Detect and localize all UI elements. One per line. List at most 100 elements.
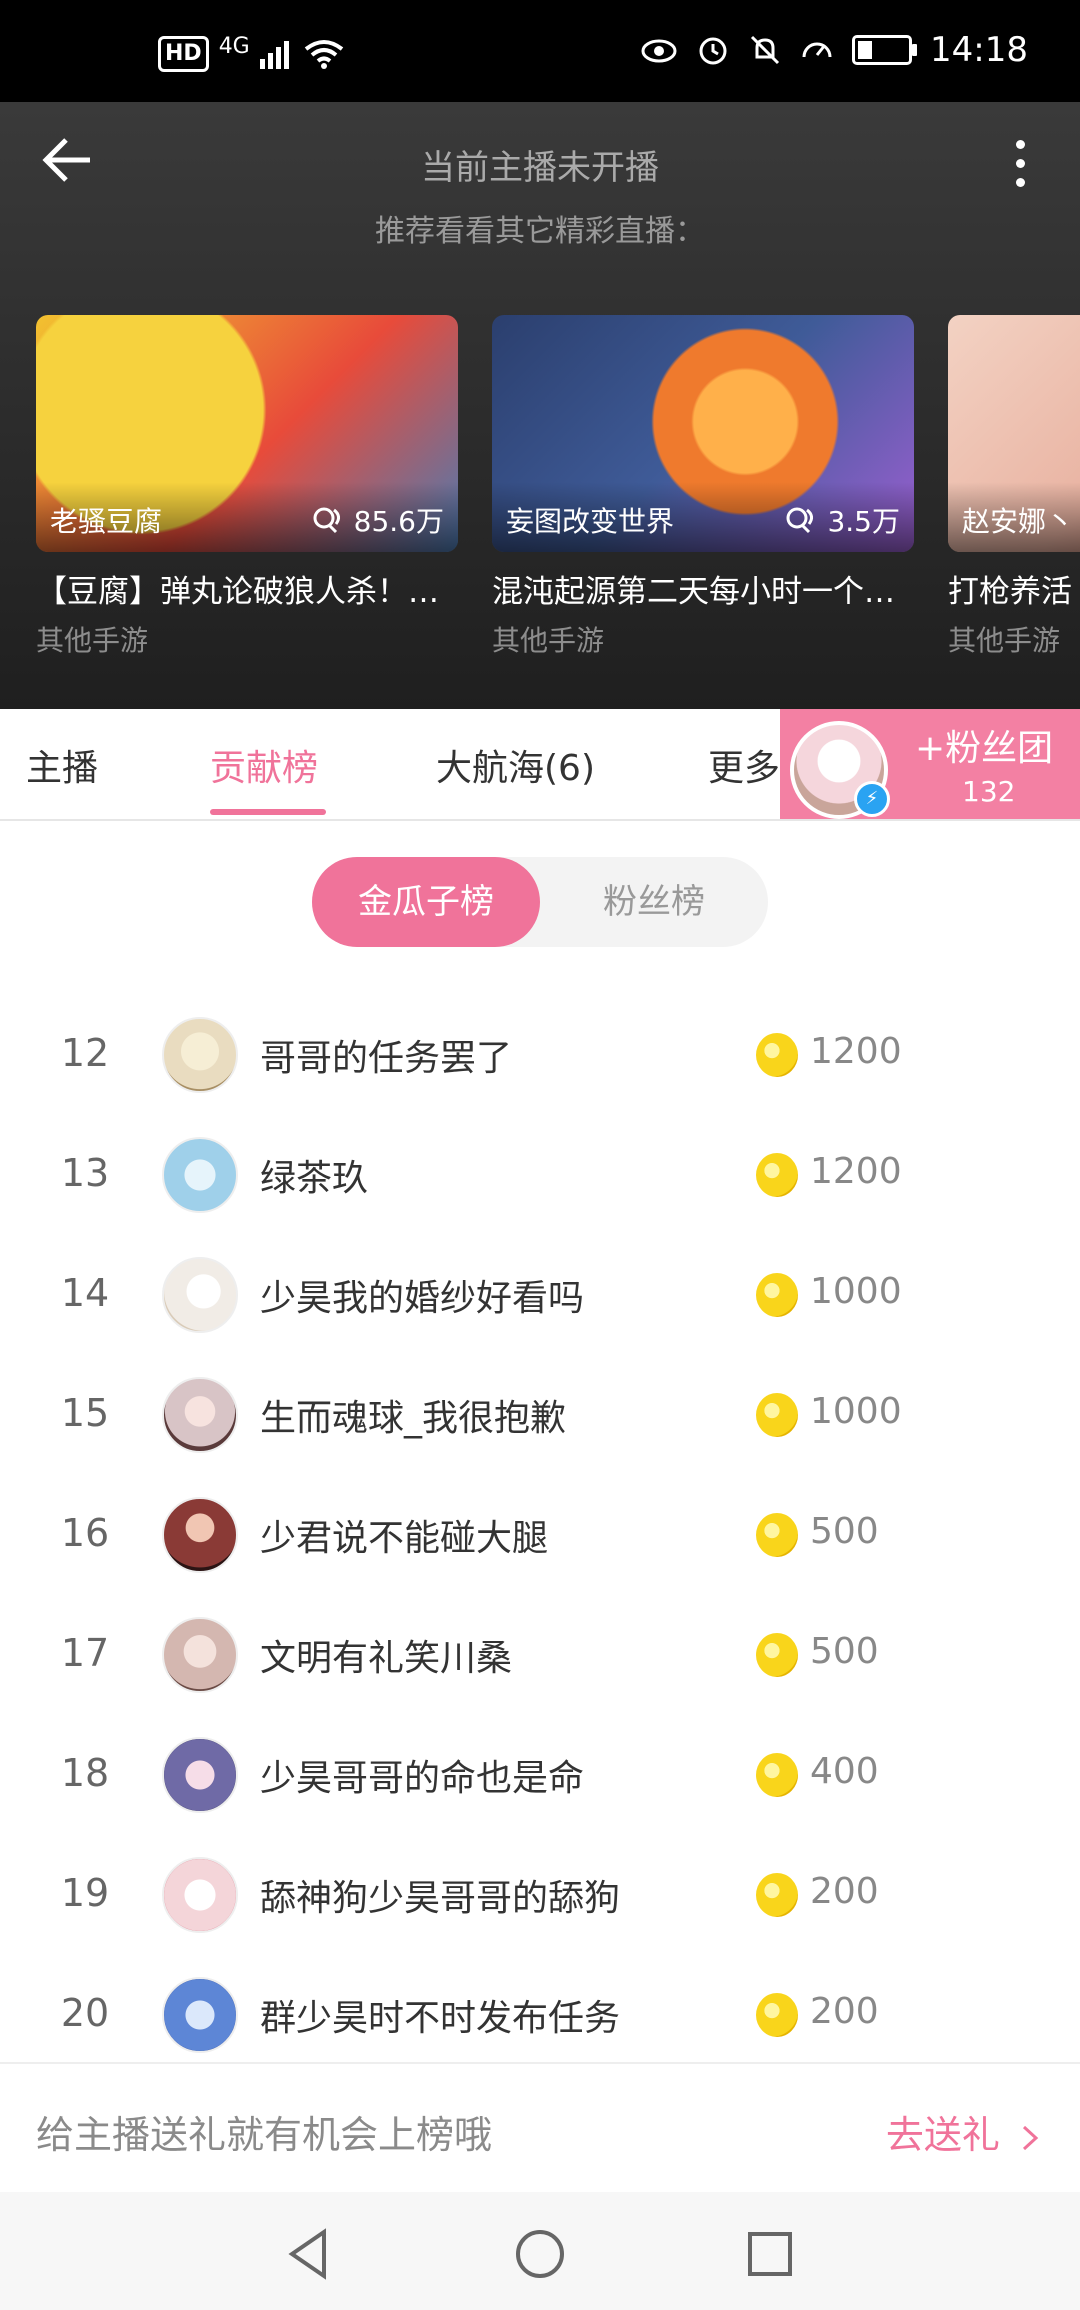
user-name: 少昊我的婚纱好看吗 (260, 1278, 585, 1319)
gold-seed-icon (756, 1033, 798, 1077)
back-triangle-icon[interactable] (280, 2224, 340, 2284)
page-subtitle: 推荐看看其它精彩直播： (375, 214, 705, 249)
avatar (162, 1737, 238, 1813)
recents-square-icon[interactable] (740, 2224, 800, 2284)
list-item[interactable]: 14 少昊我的婚纱好看吗 1000 (0, 1233, 1080, 1353)
send-gift-link[interactable]: 去送礼 (886, 2104, 1044, 2159)
wifi-icon (304, 40, 343, 69)
page-title: 当前主播未开播 (421, 148, 659, 188)
list-item[interactable]: 17 文明有礼笑川桑 500 (0, 1593, 1080, 1713)
signal-bars-icon (259, 41, 289, 69)
offline-header: 当前主播未开播 推荐看看其它精彩直播： 老骚豆腐 85.6万 【豆腐】弹丸论破狼… (0, 102, 1080, 709)
active-tab-indicator (210, 809, 326, 815)
avatar (162, 1257, 238, 1333)
viewer-count: 85.6万 (310, 500, 444, 540)
tab-guards[interactable]: 大航海(6) (436, 739, 595, 791)
avatar (162, 1977, 238, 2053)
user-name: 生而魂球_我很抱歉 (260, 1398, 567, 1439)
alarm-icon (699, 37, 727, 65)
score-value: 400 (810, 1751, 879, 1792)
stream-card[interactable]: 老骚豆腐 85.6万 【豆腐】弹丸论破狼人杀！… 其他手游 (36, 315, 458, 655)
list-item[interactable]: 20 群少昊时不时发布任务 200 (0, 1953, 1080, 2073)
more-menu-button[interactable] (990, 130, 1050, 196)
score-value: 200 (810, 1871, 879, 1912)
stream-thumbnail: 赵安娜丶 (948, 315, 1080, 552)
score-value: 500 (810, 1511, 879, 1552)
avatar (162, 1857, 238, 1933)
chevron-right-icon (1022, 2125, 1039, 2150)
gold-seed-icon (756, 1393, 798, 1437)
fans-club-count: 132 (962, 775, 1016, 808)
score-value: 1200 (810, 1151, 902, 1192)
gift-prompt-text: 给主播送礼就有机会上榜哦 (36, 2113, 493, 2157)
avatar (162, 1137, 238, 1213)
gold-seed-icon (756, 1513, 798, 1557)
eye-icon (641, 39, 677, 63)
tab-contribution[interactable]: 贡献榜 (210, 739, 318, 791)
rank-number: 17 (60, 1631, 110, 1675)
status-time: 14:18 (930, 30, 1028, 70)
stream-category: 其他手游 (492, 624, 605, 655)
list-item[interactable]: 16 少君说不能碰大腿 500 (0, 1473, 1080, 1593)
verified-badge-icon: ⚡ (854, 781, 890, 817)
rank-number: 14 (60, 1271, 110, 1315)
score-value: 1000 (810, 1391, 902, 1432)
list-item[interactable]: 12 哥哥的任务罢了 1200 (0, 993, 1080, 1113)
system-nav-bar (0, 2192, 1080, 2310)
gold-seed-icon (756, 1993, 798, 2037)
stream-thumbnail: 妄图改变世界 3.5万 (492, 315, 914, 552)
rank-number: 13 (60, 1151, 110, 1195)
viewers-icon (313, 507, 340, 534)
rank-number: 19 (60, 1871, 110, 1915)
score-value: 1200 (810, 1031, 902, 1072)
avatar (162, 1497, 238, 1573)
stream-category: 其他手游 (948, 624, 1061, 655)
status-left: HD 4G (158, 33, 344, 72)
viewer-count-value: 85.6万 (353, 505, 444, 538)
tab-anchor[interactable]: 主播 (26, 739, 98, 791)
hd-icon: HD (158, 36, 209, 72)
fans-club-button[interactable]: ⚡ +粉丝团 132 (780, 709, 1080, 819)
stream-title: 【豆腐】弹丸论破狼人杀！… (36, 574, 439, 610)
stream-card[interactable]: 赵安娜丶 打枪养活 其他手游 (948, 315, 1080, 655)
rank-number: 12 (60, 1031, 110, 1075)
score-value: 500 (810, 1631, 879, 1672)
list-item[interactable]: 18 少昊哥哥的命也是命 400 (0, 1713, 1080, 1833)
viewer-count-value: 3.5万 (827, 505, 900, 538)
stream-title: 混沌起源第二天每小时一个… (492, 574, 895, 610)
menu-dot (1015, 177, 1025, 187)
score-value: 1000 (810, 1271, 902, 1312)
user-name: 少君说不能碰大腿 (260, 1518, 549, 1559)
tab-more[interactable]: 更多 (708, 739, 780, 791)
home-circle-icon[interactable] (510, 2224, 570, 2284)
status-bar: HD 4G 14:18 (0, 0, 1080, 102)
user-name: 少昊哥哥的命也是命 (260, 1758, 585, 1799)
list-item[interactable]: 19 舔神狗少昊哥哥的舔狗 200 (0, 1833, 1080, 1953)
avatar (162, 1017, 238, 1093)
rank-number: 15 (60, 1391, 110, 1435)
gold-seed-ranking-tab[interactable]: 金瓜子榜 (312, 857, 540, 947)
stream-thumbnail: 老骚豆腐 85.6万 (36, 315, 458, 552)
stream-title: 打枪养活 (948, 574, 1072, 610)
send-gift-label: 去送礼 (885, 2113, 1000, 2157)
gold-seed-icon (756, 1873, 798, 1917)
stream-category: 其他手游 (36, 624, 149, 655)
avatar (162, 1617, 238, 1693)
mute-icon (750, 35, 780, 65)
fans-club-label: +粉丝团 (915, 728, 1054, 769)
gift-prompt-bar: 给主播送礼就有机会上榜哦 去送礼 (0, 2062, 1080, 2194)
user-name: 群少昊时不时发布任务 (260, 1998, 621, 2039)
gold-seed-icon (756, 1273, 798, 1317)
user-name: 舔神狗少昊哥哥的舔狗 (260, 1878, 621, 1919)
ranking-switch: 金瓜子榜 粉丝榜 (312, 857, 768, 947)
signal-icon: 4G (218, 33, 250, 59)
gold-seed-icon (756, 1633, 798, 1677)
speed-icon (802, 42, 832, 58)
stream-card[interactable]: 妄图改变世界 3.5万 混沌起源第二天每小时一个… 其他手游 (492, 315, 914, 655)
list-item[interactable]: 15 生而魂球_我很抱歉 1000 (0, 1353, 1080, 1473)
fan-ranking-tab[interactable]: 粉丝榜 (540, 857, 768, 947)
status-right: 14:18 (640, 30, 1028, 70)
list-item[interactable]: 13 绿茶玖 1200 (0, 1113, 1080, 1233)
user-name: 文明有礼笑川桑 (260, 1638, 513, 1679)
rank-number: 16 (60, 1511, 110, 1555)
